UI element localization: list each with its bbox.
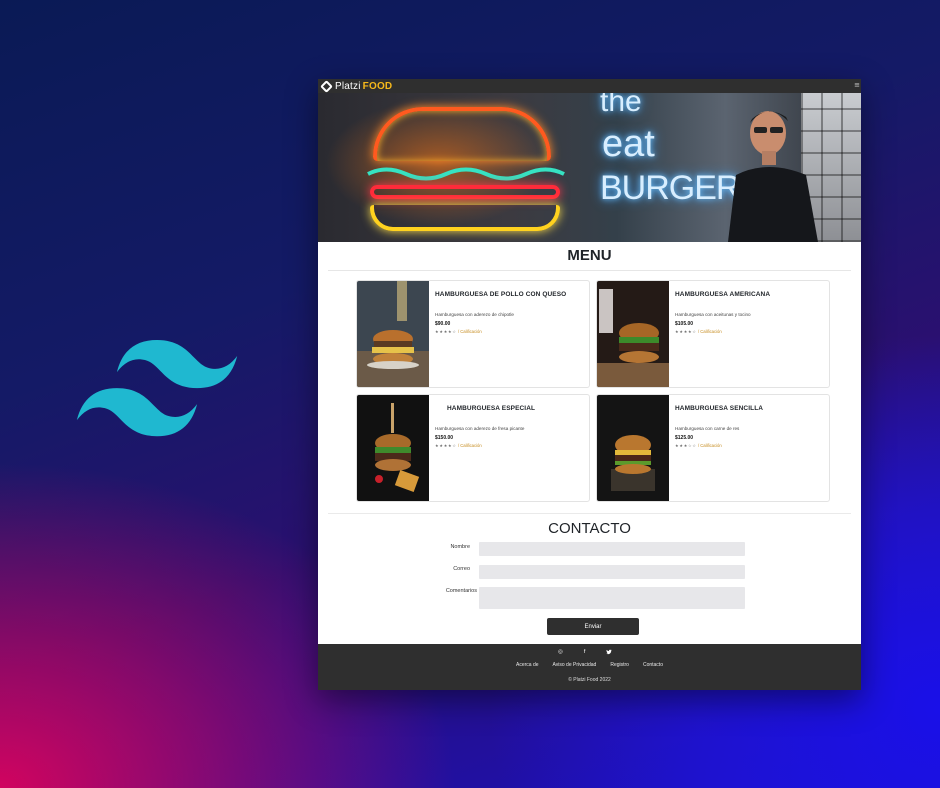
menu-item-price: $90.00: [435, 321, 451, 327]
menu-item-name: HAMBURGUESA AMERICANA: [675, 291, 771, 298]
menu-title: MENU: [567, 247, 612, 264]
neon-burger-bun-bottom: [370, 205, 560, 231]
twitter-icon[interactable]: [606, 649, 613, 657]
hamburger-menu-icon[interactable]: ≡: [854, 82, 860, 89]
menu-cards-grid: HAMBURGUESA DE POLLO CON QUESO Hamburgue…: [356, 280, 830, 502]
burger-photo: [357, 281, 429, 387]
neon-word: eat: [602, 123, 655, 165]
contact-title: CONTACTO: [548, 520, 631, 537]
copyright-text: © Platzi Food 2022: [568, 677, 611, 683]
comments-label: Comentarios: [445, 588, 477, 594]
send-button[interactable]: Enviar: [547, 618, 639, 635]
email-label: Correo: [453, 566, 470, 572]
contact-divider: [328, 513, 851, 514]
rating-label: / Calificación: [457, 443, 482, 448]
menu-item-name: HAMBURGUESA DE POLLO CON QUESO: [435, 291, 567, 298]
rating-label: / Calificación: [697, 329, 722, 334]
rating-stars-icon: ★★★★☆: [675, 329, 697, 334]
menu-item-description: Hamburguesa con carne de res: [675, 426, 740, 431]
menu-item-price: $125.00: [675, 435, 694, 441]
website-screenshot: Platzi FOOD ≡ the eat BURGER MENU HAMBUR…: [318, 79, 861, 690]
facebook-icon[interactable]: f: [584, 649, 586, 657]
person-photo: [728, 111, 818, 242]
burger-photo: [357, 395, 429, 501]
rating-stars-icon: ★★★★☆: [435, 443, 457, 448]
menu-item-rating: ★★★★☆ / Calificación: [435, 443, 535, 448]
tailwind-logo-icon: [76, 340, 238, 437]
menu-item-price: $105.00: [675, 321, 694, 327]
rating-label: / Calificación: [457, 329, 482, 334]
contact-section: CONTACTO: [318, 513, 861, 538]
menu-card[interactable]: HAMBURGUESA ESPECIAL Hamburguesa con ade…: [356, 394, 590, 502]
footer-link-contact[interactable]: Contacto: [643, 662, 663, 668]
burger-photo: [597, 395, 669, 501]
footer-link-about[interactable]: Acerca de: [516, 662, 539, 668]
menu-item-description: Hamburguesa con aderezo de chipotle: [435, 312, 514, 317]
rating-stars-icon: ★★★★☆: [435, 329, 457, 334]
menu-divider: [328, 270, 851, 271]
neon-burger-lettuce: [367, 167, 565, 181]
menu-item-name: HAMBURGUESA ESPECIAL: [447, 405, 536, 412]
menu-item-rating: ★★★★☆ / Calificación: [675, 329, 770, 334]
name-field[interactable]: [479, 542, 745, 556]
instagram-icon[interactable]: ◎: [558, 649, 563, 657]
menu-item-rating: ★★★★☆ / Calificación: [435, 329, 566, 334]
menu-item-price: $150.00: [435, 435, 454, 441]
menu-item-description: Hamburguesa con aceitunas y tocino: [675, 312, 751, 317]
menu-card[interactable]: HAMBURGUESA DE POLLO CON QUESO Hamburgue…: [356, 280, 590, 388]
top-navbar: Platzi FOOD ≡: [318, 79, 861, 93]
brand-name: Platzi FOOD: [335, 80, 393, 92]
neon-burger-bun-top: [373, 107, 551, 161]
email-field[interactable]: [479, 565, 745, 579]
menu-item-name: HAMBURGUESA SENCILLA: [675, 405, 764, 412]
comments-field[interactable]: [479, 587, 745, 609]
platzi-logo-icon: [320, 79, 333, 93]
menu-item-description: Hamburguesa con aderezo de fresa picante: [435, 426, 525, 431]
footer-link-register[interactable]: Registro: [610, 662, 629, 668]
hero-banner: the eat BURGER: [318, 93, 861, 242]
brand-logo[interactable]: Platzi FOOD: [320, 79, 393, 93]
burger-photo: [597, 281, 669, 387]
menu-card[interactable]: HAMBURGUESA SENCILLA Hamburguesa con car…: [596, 394, 830, 502]
name-label: Nombre: [450, 544, 470, 550]
social-links: ◎ f: [558, 649, 613, 657]
neon-burger-patty: [370, 185, 560, 199]
footer-link-privacy[interactable]: Aviso de Privacidad: [553, 662, 597, 668]
footer: ◎ f Acerca de Aviso de Privacidad Regist…: [318, 644, 861, 690]
menu-card[interactable]: HAMBURGUESA AMERICANA Hamburguesa con ac…: [596, 280, 830, 388]
rating-stars-icon: ★★★☆☆: [675, 443, 697, 448]
neon-word: the: [600, 93, 642, 118]
footer-links: Acerca de Aviso de Privacidad Registro C…: [318, 662, 861, 668]
menu-item-rating: ★★★☆☆ / Calificación: [675, 443, 763, 448]
rating-label: / Calificación: [697, 443, 722, 448]
